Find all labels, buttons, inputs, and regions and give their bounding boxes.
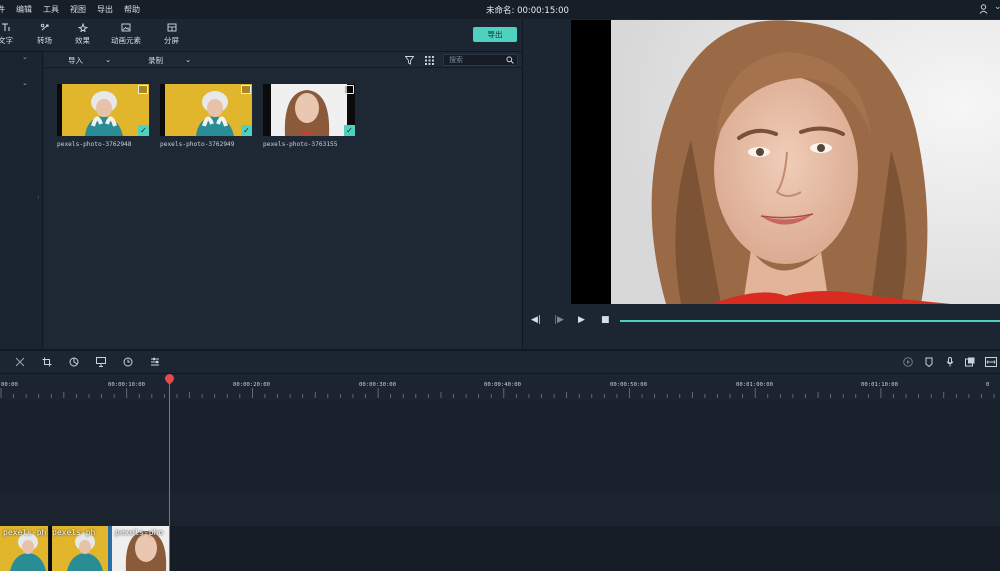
timeline-clip[interactable]: pexels-pho <box>112 526 169 571</box>
stop-icon[interactable]: ■ <box>601 315 610 325</box>
filter-icon[interactable] <box>405 56 414 65</box>
media-thumbnail[interactable]: ✓ <box>57 84 149 136</box>
tool-elements[interactable]: 动画元素 <box>111 23 141 46</box>
elements-icon <box>121 23 131 32</box>
duration-icon[interactable] <box>123 357 133 367</box>
menu-edit[interactable]: 编辑 <box>16 4 32 15</box>
chevron-down-icon[interactable]: ⌄ <box>994 2 1000 12</box>
import-dropdown[interactable]: 导入 ⌄ <box>68 55 111 66</box>
zoom-fit-icon[interactable] <box>985 357 997 367</box>
collapse-handle-icon[interactable]: ‹ <box>37 194 39 201</box>
photo-thumbnail <box>263 84 355 136</box>
ruler-ticks <box>0 388 995 398</box>
clip-label: pexels-pho <box>115 528 164 537</box>
media-item[interactable]: ✓ pexels-photo-3762949 <box>160 84 252 148</box>
playback-progress-bar[interactable] <box>620 320 1000 322</box>
image-type-icon <box>241 85 251 94</box>
render-icon[interactable] <box>903 357 913 367</box>
record-dropdown[interactable]: 录制 ⌄ <box>148 55 191 66</box>
menu-tools[interactable]: 工具 <box>43 4 59 15</box>
tool-effects-label: 效果 <box>75 36 90 45</box>
media-thumbnail[interactable]: ✓ <box>263 84 355 136</box>
menu-file[interactable]: 件 <box>0 4 5 15</box>
track-empty[interactable] <box>0 400 1000 490</box>
chevron-down-icon: ⌄ <box>105 55 112 64</box>
tool-transition[interactable]: 转场 <box>37 23 52 46</box>
player-controls: ◀| |▶ ▶ ■ <box>523 305 1000 349</box>
image-type-icon <box>344 85 354 94</box>
chevron-down-icon[interactable]: ⌄ <box>22 53 28 61</box>
preview-image <box>611 20 1000 305</box>
transition-icon <box>40 23 48 31</box>
project-title: 未命名: 00:00:15:00 <box>486 6 569 16</box>
media-subbar: 导入 ⌄ 录制 ⌄ 搜索 <box>44 52 522 68</box>
photo-thumbnail <box>160 84 252 136</box>
text-icon <box>1 23 9 31</box>
media-name: pexels-photo-3762949 <box>160 141 235 148</box>
image-type-icon <box>138 85 148 94</box>
preview-panel: ◀| |▶ ▶ ■ <box>522 19 1000 349</box>
tool-text-label: 文字 <box>0 36 13 45</box>
check-icon: ✓ <box>138 125 149 136</box>
tool-effects[interactable]: 效果 <box>75 23 90 46</box>
tool-transition-label: 转场 <box>37 36 52 45</box>
media-item[interactable]: ✓ pexels-photo-3763155 <box>263 84 355 148</box>
crop-icon[interactable] <box>42 357 52 367</box>
cut-icon[interactable] <box>15 357 25 367</box>
timeline-tracks: pexels-ph pexels-ph pexels-pho <box>0 400 1000 571</box>
effects-icon <box>77 23 88 32</box>
import-label: 导入 <box>68 56 83 65</box>
timeline-ruler[interactable]: 00:00 00:00:10:00 00:00:20:00 00:00:30:0… <box>0 374 1000 400</box>
menu-export[interactable]: 导出 <box>97 4 113 15</box>
photo-thumbnail <box>57 84 149 136</box>
step-forward-icon[interactable]: |▶ <box>554 315 564 325</box>
adjust-icon[interactable] <box>150 357 160 367</box>
clip-label: pexels-ph <box>52 528 96 537</box>
check-icon: ✓ <box>344 125 355 136</box>
detach-audio-icon[interactable] <box>96 357 106 367</box>
chevron-down-icon: ⌄ <box>185 55 192 64</box>
marker-icon[interactable] <box>924 357 934 367</box>
user-icon[interactable] <box>979 4 988 14</box>
menu-bar: 件 编辑 工具 视图 导出 帮助 未命名: 00:00:15:00 ⌄ <box>0 0 1000 19</box>
media-item[interactable]: ✓ pexels-photo-3762948 <box>57 84 149 148</box>
timeline-clip[interactable]: pexels-ph <box>0 526 48 571</box>
menu-help[interactable]: 帮助 <box>124 4 140 15</box>
media-library: 导入 ⌄ 录制 ⌄ 搜索 ✓ pexels-photo-3762948 ✓ pe… <box>44 52 522 349</box>
voiceover-icon[interactable] <box>965 357 975 367</box>
preview-viewport[interactable] <box>571 20 1000 305</box>
step-back-icon[interactable]: ◀| <box>531 315 541 325</box>
tool-text[interactable]: 文字 <box>0 23 13 46</box>
microphone-icon[interactable] <box>945 357 955 367</box>
tool-split-screen[interactable]: 分屏 <box>164 23 179 46</box>
tool-elements-label: 动画元素 <box>111 36 141 45</box>
tool-bar: 文字 转场 效果 动画元素 分屏 导出 <box>0 19 522 52</box>
menu: 件 编辑 工具 视图 导出 帮助 <box>0 4 140 15</box>
split-screen-icon <box>167 23 176 32</box>
search-placeholder: 搜索 <box>449 56 463 64</box>
chevron-down-icon[interactable]: ⌄ <box>22 79 28 87</box>
search-icon <box>506 56 514 64</box>
color-icon[interactable] <box>69 357 79 367</box>
track-empty[interactable] <box>0 490 1000 526</box>
check-icon: ✓ <box>241 125 252 136</box>
media-name: pexels-photo-3763155 <box>263 141 338 148</box>
library-sidebar: ⌄ ⌄ ‹ <box>0 52 43 349</box>
timeline-toolbar <box>0 349 1000 374</box>
clip-label: pexels-ph <box>3 528 47 537</box>
export-button[interactable]: 导出 <box>473 27 517 42</box>
menu-view[interactable]: 视图 <box>70 4 86 15</box>
search-input[interactable]: 搜索 <box>443 54 518 66</box>
timeline-clip[interactable]: pexels-ph <box>49 526 108 571</box>
playhead[interactable] <box>169 380 170 571</box>
media-name: pexels-photo-3762948 <box>57 141 132 148</box>
grid-view-icon[interactable] <box>425 56 434 65</box>
media-thumbnail[interactable]: ✓ <box>160 84 252 136</box>
tool-split-screen-label: 分屏 <box>164 36 179 45</box>
play-icon[interactable]: ▶ <box>578 315 585 325</box>
record-label: 录制 <box>148 56 163 65</box>
